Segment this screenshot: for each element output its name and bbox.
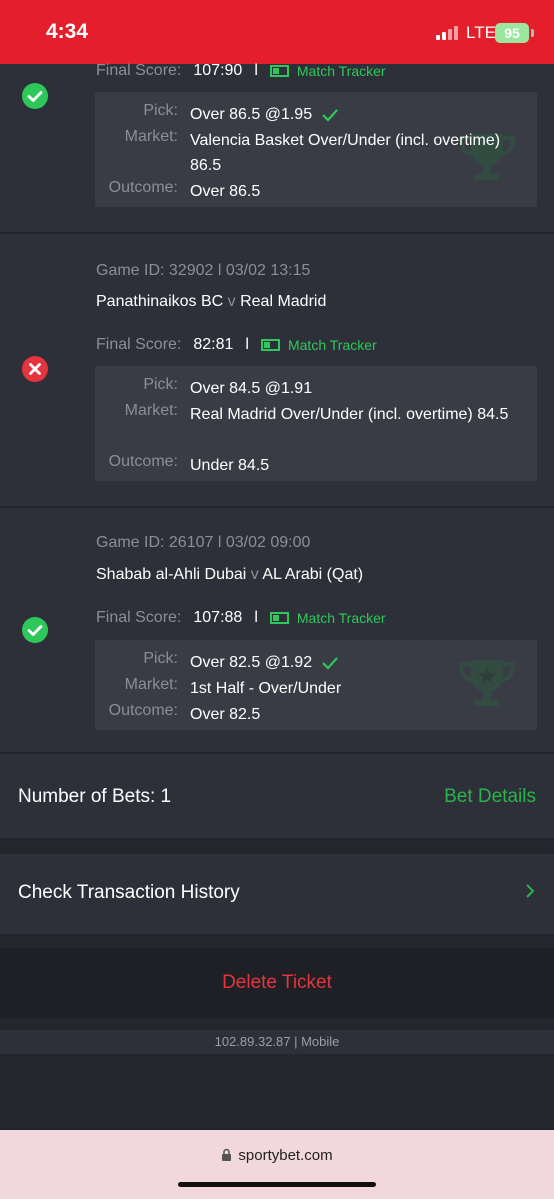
check-icon (322, 657, 338, 670)
transaction-history-label: Check Transaction History (18, 882, 240, 903)
match-tracker-link[interactable]: Match Tracker (297, 610, 386, 626)
match-teams: Panathinaikos BC v Real Madrid (96, 293, 327, 310)
transaction-history-row[interactable]: Check Transaction History (0, 854, 554, 934)
final-score-value: 107:88 (193, 609, 243, 626)
delete-ticket-button[interactable]: Delete Ticket (0, 948, 554, 1018)
outcome-label: Outcome: (108, 453, 178, 470)
pick-label: Pick: (143, 650, 178, 667)
pick-details-box: Pick: Over 82.5 @1.92 Market: 1st Half -… (95, 640, 537, 730)
outcome-value: Under 84.5 (190, 457, 270, 474)
browser-bar: sportybet.com (0, 1130, 554, 1199)
away-team: Real Madrid (240, 293, 327, 310)
final-score-row: Final Score: 82:81 l Match Tracker (96, 336, 377, 353)
market-value: Real Madrid Over/Under (incl. overtime) … (190, 406, 509, 423)
won-check-icon (22, 617, 48, 643)
match-tracker-link[interactable]: Match Tracker (297, 63, 386, 79)
bet-card: Game ID: 26107 l 03/02 09:00 Shabab al-A… (0, 508, 554, 752)
outcome-value: Over 82.5 (190, 706, 261, 723)
pick-value: Over 84.5 @1.91 (190, 380, 313, 397)
pick-details-box: Pick: Over 84.5 @1.91 Market: Real Madri… (95, 366, 537, 481)
final-score-label: Final Score: (96, 336, 182, 353)
pick-label: Pick: (143, 376, 178, 393)
home-team: Shabab al-Ahli Dubai (96, 566, 247, 583)
pick-details-box: Pick: Over 86.5 @1.95 Market: Valencia B… (95, 92, 537, 207)
outcome-label: Outcome: (108, 702, 178, 719)
market-label: Market: (124, 402, 178, 419)
market-value: 1st Half - Over/Under (190, 680, 342, 697)
match-teams: Shabab al-Ahli Dubai v AL Arabi (Qat) (96, 566, 364, 583)
home-indicator[interactable] (178, 1182, 376, 1187)
ip-info: 102.89.32.87 | Mobile (0, 1030, 554, 1054)
outcome-value: Over 86.5 (190, 183, 261, 200)
final-score-value: 107:90 (193, 62, 243, 79)
status-bar: 4:34 LTE 95 (0, 0, 554, 64)
away-team: AL Arabi (Qat) (262, 566, 364, 583)
won-check-icon (22, 83, 48, 109)
final-score-value: 82:81 (193, 336, 234, 353)
bet-summary: Number of Bets: 1 Bet Details (0, 754, 554, 838)
pick-value: Over 82.5 @1.92 (190, 654, 313, 671)
lock-icon (222, 1148, 232, 1161)
final-score-row: Final Score: 107:88 l Match Tracker (96, 609, 386, 626)
bet-card: Final Score: 107:90 l Match Tracker Pick… (0, 62, 554, 232)
pick-label: Pick: (143, 102, 178, 119)
final-score-row: Final Score: 107:90 l Match Tracker (96, 62, 386, 79)
bet-details-link[interactable]: Bet Details (444, 786, 536, 808)
match-tracker-icon[interactable] (269, 65, 289, 77)
url-bar[interactable]: sportybet.com (0, 1147, 554, 1164)
home-team: Panathinaikos BC (96, 293, 224, 310)
market-label: Market: (124, 128, 178, 145)
final-score-label: Final Score: (96, 62, 182, 79)
battery-cap (531, 29, 534, 37)
market-value: Valencia Basket Over/Under (incl. overti… (190, 132, 501, 174)
delete-ticket-label: Delete Ticket (222, 972, 332, 993)
market-label: Market: (124, 676, 178, 693)
url-text: sportybet.com (238, 1147, 333, 1164)
pick-value: Over 86.5 @1.95 (190, 106, 313, 123)
game-meta: Game ID: 32902 l 03/02 13:15 (96, 262, 311, 279)
match-tracker-link[interactable]: Match Tracker (288, 337, 377, 353)
chevron-right-icon (526, 884, 535, 898)
outcome-label: Outcome: (108, 179, 178, 196)
signal-icon (436, 26, 458, 40)
bet-count: Number of Bets: 1 (18, 786, 172, 807)
match-tracker-icon[interactable] (260, 339, 280, 351)
check-icon (322, 109, 338, 122)
match-tracker-icon[interactable] (269, 612, 289, 624)
lost-x-icon (22, 356, 48, 382)
battery-icon: 95 (495, 23, 529, 43)
status-time: 4:34 (46, 20, 89, 43)
game-meta: Game ID: 26107 l 03/02 09:00 (96, 534, 311, 551)
network-label: LTE (466, 23, 496, 42)
bet-card: Game ID: 32902 l 03/02 13:15 Panathinaik… (0, 234, 554, 506)
final-score-label: Final Score: (96, 609, 182, 626)
